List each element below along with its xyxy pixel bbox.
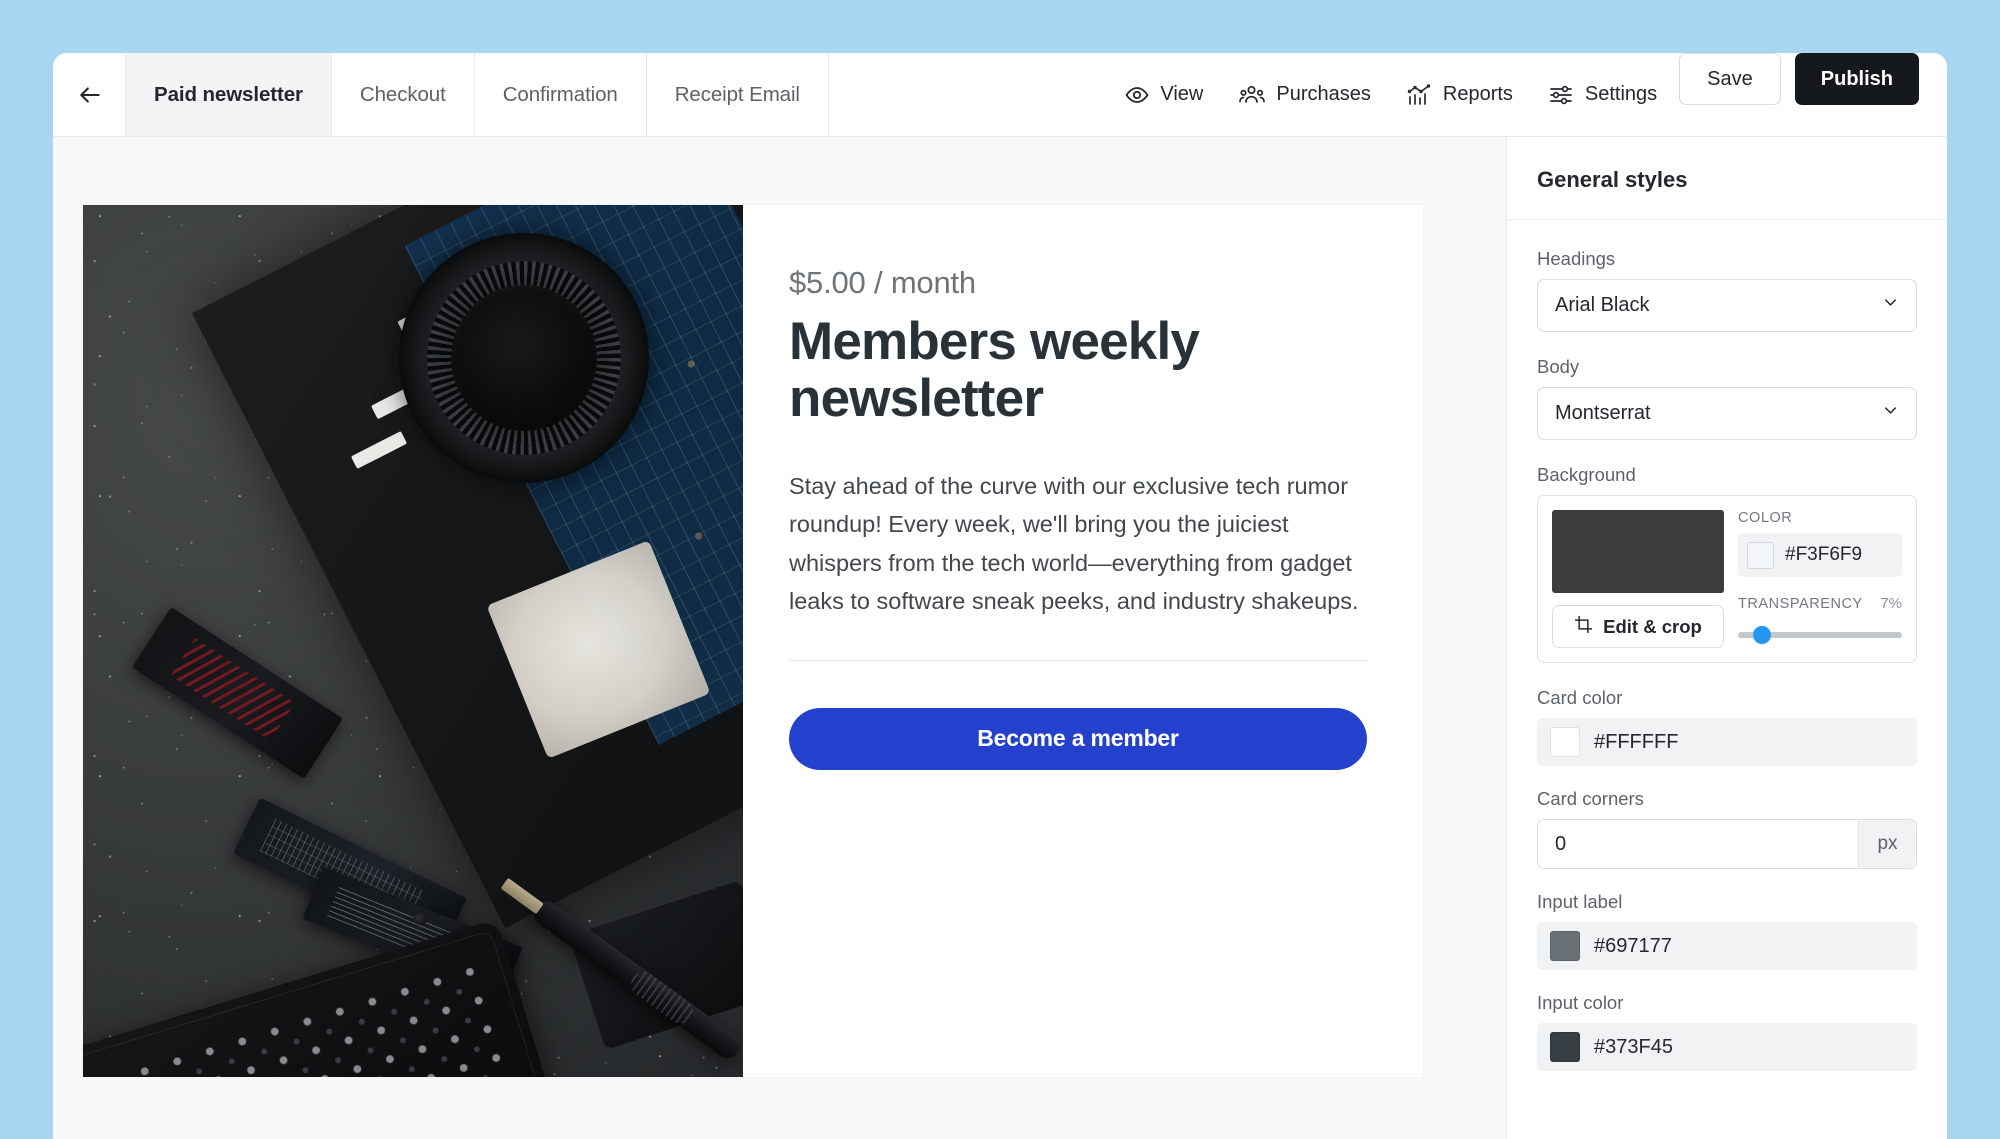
card-color-field[interactable]: #FFFFFF (1537, 718, 1917, 766)
reports-button[interactable]: Reports (1407, 83, 1513, 107)
tab-paid-newsletter[interactable]: Paid newsletter (125, 53, 332, 136)
card-description: Stay ahead of the curve with our exclusi… (789, 473, 1359, 614)
settings-label: Settings (1584, 83, 1658, 105)
settings-button[interactable]: Settings (1549, 83, 1657, 107)
tab-checkout[interactable]: Checkout (330, 53, 475, 136)
card-divider (789, 659, 1367, 661)
chevron-down-icon (1881, 293, 1900, 318)
edit-and-crop-button[interactable]: Edit & crop (1552, 605, 1724, 648)
laptop-internals-photo[interactable] (83, 205, 743, 1077)
edit-and-crop-label: Edit & crop (1603, 615, 1702, 637)
reports-label: Reports (1442, 83, 1513, 105)
purchases-label: Purchases (1276, 83, 1371, 105)
card-color-swatch[interactable] (1550, 727, 1580, 757)
input-color-label: Input color (1537, 992, 1624, 1013)
arrow-left-icon (77, 82, 103, 108)
toolbar-actions: View Purchases Reports Settings (1125, 53, 1679, 136)
tab-label: Confirmation (502, 82, 618, 106)
sidebar-body: Headings Arial Black Body Montserrat Bac… (1507, 220, 1947, 1133)
view-label: View (1160, 83, 1204, 105)
sliders-icon (1549, 83, 1574, 107)
tab-receipt-email[interactable]: Receipt Email (645, 53, 829, 136)
sidebar-title: General styles (1507, 137, 1947, 220)
body-font-value: Montserrat (1555, 402, 1651, 424)
photo-screw (413, 913, 427, 925)
tab-label: Receipt Email (674, 82, 800, 106)
card-corners-input[interactable] (1538, 820, 1858, 868)
chevron-down-icon (1881, 401, 1900, 426)
input-color-value: #373F45 (1594, 1035, 1673, 1058)
background-color-caption: COLOR (1738, 510, 1793, 526)
input-label-color-value: #697177 (1594, 934, 1672, 957)
chart-icon (1407, 83, 1432, 107)
input-color-swatch[interactable] (1550, 1032, 1580, 1062)
top-toolbar: Paid newsletter Checkout Confirmation Re… (53, 53, 1947, 137)
transparency-value: 7% (1880, 595, 1902, 612)
background-image-preview[interactable] (1552, 510, 1724, 593)
transparency-slider[interactable] (1738, 625, 1902, 645)
tab-confirmation[interactable]: Confirmation (473, 53, 647, 136)
headings-label: Headings (1537, 248, 1616, 269)
card-corners-field[interactable]: px (1537, 819, 1917, 869)
tab-label: Paid newsletter (154, 82, 303, 106)
background-color-swatch[interactable] (1747, 541, 1774, 569)
background-left: Edit & crop (1552, 510, 1724, 648)
publish-button[interactable]: Publish (1794, 53, 1919, 105)
workspace: $5.00 / month Members weekly newsletter … (53, 137, 1947, 1139)
save-button[interactable]: Save (1679, 53, 1781, 105)
background-color-value: #F3F6F9 (1785, 544, 1863, 565)
paid-newsletter-card: $5.00 / month Members weekly newsletter … (83, 205, 1423, 1077)
card-content: $5.00 / month Members weekly newsletter … (743, 205, 1433, 1077)
body-font-select[interactable]: Montserrat (1537, 387, 1917, 440)
crop-icon (1574, 615, 1593, 639)
back-button[interactable] (53, 53, 126, 136)
price-text: $5.00 / month (789, 265, 976, 300)
body-label: Body (1537, 356, 1580, 377)
publish-label: Publish (1820, 67, 1893, 90)
become-a-member-button[interactable]: Become a member (789, 707, 1367, 770)
save-label: Save (1707, 67, 1753, 90)
card-color-label: Card color (1537, 687, 1623, 708)
background-right: COLOR #F3F6F9 TRANSPARENCY 7% (1738, 510, 1902, 648)
input-label-color-swatch[interactable] (1550, 931, 1580, 961)
eye-icon (1125, 83, 1149, 107)
purchases-button[interactable]: Purchases (1239, 83, 1371, 107)
background-color-field[interactable]: #F3F6F9 (1738, 533, 1902, 577)
background-panel: Edit & crop COLOR #F3F6F9 TRANSPARENCY 7… (1537, 495, 1917, 663)
preview-canvas: $5.00 / month Members weekly newsletter … (53, 137, 1507, 1139)
headings-font-value: Arial Black (1555, 294, 1650, 316)
input-color-field[interactable]: #373F45 (1537, 1023, 1917, 1071)
input-label-label: Input label (1537, 891, 1623, 912)
people-icon (1239, 83, 1266, 107)
transparency-row: TRANSPARENCY 7% (1738, 595, 1902, 619)
input-label-color-field[interactable]: #697177 (1537, 922, 1917, 970)
tab-label: Checkout (359, 82, 446, 106)
card-color-value: #FFFFFF (1594, 730, 1679, 753)
photo-fan-hub (451, 285, 597, 431)
card-corners-label: Card corners (1537, 788, 1644, 809)
headings-font-select[interactable]: Arial Black (1537, 279, 1917, 332)
view-button[interactable]: View (1125, 83, 1203, 107)
styles-sidebar: General styles Headings Arial Black Body… (1507, 137, 1947, 1139)
transparency-caption: TRANSPARENCY (1738, 596, 1863, 612)
background-label: Background (1537, 464, 1636, 485)
card-headline: Members weekly newsletter (789, 312, 1200, 428)
card-corners-unit: px (1858, 820, 1916, 868)
slider-thumb[interactable] (1753, 626, 1772, 644)
app-window: Paid newsletter Checkout Confirmation Re… (53, 53, 1947, 1139)
